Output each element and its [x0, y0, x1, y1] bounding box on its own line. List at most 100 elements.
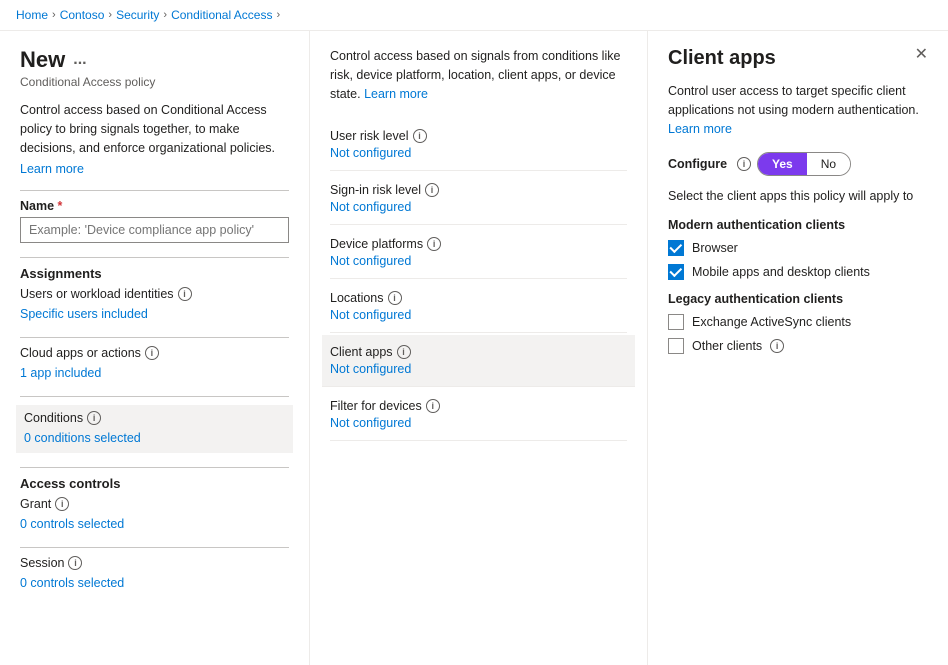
breadcrumb-security[interactable]: Security: [116, 8, 159, 22]
grant-info-icon[interactable]: i: [55, 497, 69, 511]
condition-value-1[interactable]: Not configured: [330, 200, 627, 214]
grant-field-row: Grant i 0 controls selected: [20, 497, 289, 533]
condition-value-0[interactable]: Not configured: [330, 146, 627, 160]
session-value[interactable]: 0 controls selected: [20, 574, 289, 592]
configure-info-icon[interactable]: i: [737, 157, 751, 171]
grant-label: Grant: [20, 497, 51, 511]
condition-item-inner-4: Client apps i Not configured: [322, 335, 635, 387]
condition-value-5[interactable]: Not configured: [330, 416, 627, 430]
users-info-icon[interactable]: i: [178, 287, 192, 301]
condition-item-inner-3: LocationsiNot configured: [330, 281, 627, 333]
legacy-auth-heading: Legacy authentication clients: [668, 292, 928, 306]
conditions-info-icon[interactable]: i: [87, 411, 101, 425]
breadcrumb-home[interactable]: Home: [16, 8, 48, 22]
legacy-client-checkbox-1[interactable]: [668, 338, 684, 354]
required-star: *: [54, 199, 62, 213]
condition-value-4[interactable]: Not configured: [330, 362, 627, 376]
breadcrumb-contoso[interactable]: Contoso: [60, 8, 105, 22]
right-panel: ✕ Client apps Control user access to tar…: [648, 31, 948, 665]
assignments-heading: Assignments: [20, 266, 289, 281]
divider-6: [20, 547, 289, 548]
condition-info-icon-2[interactable]: i: [427, 237, 441, 251]
users-value[interactable]: Specific users included: [20, 305, 289, 323]
condition-item: User risk leveli Not configured: [330, 119, 627, 171]
legacy-client-label-0: Exchange ActiveSync clients: [692, 315, 851, 329]
modern-client-checkbox-1[interactable]: [668, 264, 684, 280]
left-description: Control access based on Conditional Acce…: [20, 101, 289, 157]
condition-item: Sign-in risk leveli Not configured: [330, 173, 627, 225]
panel-title: Client apps: [668, 47, 928, 70]
session-label-row: Session i: [20, 556, 289, 570]
condition-item-inner-0: User risk leveli Not configured: [330, 119, 627, 171]
conditions-block: Conditions i 0 conditions selected: [16, 405, 293, 453]
modern-client-row-1: Mobile apps and desktop clients: [668, 264, 928, 280]
condition-info-icon-5[interactable]: i: [426, 399, 440, 413]
divider-3: [20, 337, 289, 338]
legacy-client-checkbox-0[interactable]: [668, 314, 684, 330]
middle-learn-more[interactable]: Learn more: [364, 87, 428, 101]
breadcrumb-sep-3: ›: [163, 9, 167, 21]
grant-value[interactable]: 0 controls selected: [20, 515, 289, 533]
breadcrumb-sep-2: ›: [108, 9, 112, 21]
cloud-apps-value[interactable]: 1 app included: [20, 364, 289, 382]
breadcrumb-conditional-access[interactable]: Conditional Access: [171, 8, 272, 22]
modern-client-label-1: Mobile apps and desktop clients: [692, 265, 870, 279]
condition-label-0: User risk leveli: [330, 129, 627, 143]
condition-info-icon-3[interactable]: i: [388, 291, 402, 305]
condition-value-3[interactable]: Not configured: [330, 308, 627, 322]
session-field-row: Session i 0 controls selected: [20, 556, 289, 592]
access-controls-heading: Access controls: [20, 476, 289, 491]
legacy-client-row-0: Exchange ActiveSync clients: [668, 314, 928, 330]
left-learn-more[interactable]: Learn more: [20, 162, 84, 176]
session-info-icon[interactable]: i: [68, 556, 82, 570]
condition-item: Client apps i Not configured: [330, 335, 627, 387]
page-title-text: New: [20, 47, 65, 73]
condition-item-inner-2: Device platforms i Not configured: [330, 227, 627, 279]
toggle-yes[interactable]: Yes: [758, 153, 807, 175]
condition-item-inner-1: Sign-in risk leveli Not configured: [330, 173, 627, 225]
main-container: New ... Conditional Access policy Contro…: [0, 31, 948, 665]
name-label: Name *: [20, 199, 289, 213]
cloud-apps-info-icon[interactable]: i: [145, 346, 159, 360]
condition-label-text-5: Filter for devices: [330, 399, 422, 413]
legacy-client-info-icon-1[interactable]: i: [770, 339, 784, 353]
users-field-row: Users or workload identities i Specific …: [20, 287, 289, 323]
legacy-client-row-1: Other clients i: [668, 338, 928, 354]
condition-info-icon-1[interactable]: i: [425, 183, 439, 197]
toggle-group: Yes No: [757, 152, 851, 176]
cloud-apps-field-row: Cloud apps or actions i 1 app included: [20, 346, 289, 382]
condition-info-icon-4[interactable]: i: [397, 345, 411, 359]
condition-item-inner-5: Filter for devices i Not configured: [330, 389, 627, 441]
conditions-value[interactable]: 0 conditions selected: [24, 429, 285, 447]
condition-item: Device platforms i Not configured: [330, 227, 627, 279]
condition-label-text-2: Device platforms: [330, 237, 423, 251]
conditions-label: Conditions: [24, 411, 83, 425]
legacy-section: Legacy authentication clients Exchange A…: [668, 292, 928, 354]
middle-panel: Control access based on signals from con…: [310, 31, 648, 665]
divider-4: [20, 396, 289, 397]
modern-client-checkbox-0[interactable]: [668, 240, 684, 256]
condition-info-icon-0[interactable]: i: [413, 129, 427, 143]
legacy-client-label-1: Other clients: [692, 339, 762, 353]
toggle-no[interactable]: No: [807, 153, 850, 175]
condition-item: Filter for devices i Not configured: [330, 389, 627, 441]
close-button[interactable]: ✕: [911, 45, 932, 65]
divider-2: [20, 257, 289, 258]
breadcrumb-sep-1: ›: [52, 9, 56, 21]
panel-description: Control user access to target specific c…: [668, 82, 928, 138]
right-learn-more[interactable]: Learn more: [668, 122, 732, 136]
condition-label-text-4: Client apps: [330, 345, 393, 359]
users-label-row: Users or workload identities i: [20, 287, 289, 301]
ellipsis-menu[interactable]: ...: [73, 51, 86, 69]
session-label: Session: [20, 556, 64, 570]
condition-label-1: Sign-in risk leveli: [330, 183, 627, 197]
cloud-apps-label-row: Cloud apps or actions i: [20, 346, 289, 360]
modern-clients-list: BrowserMobile apps and desktop clients: [668, 240, 928, 280]
modern-auth-heading: Modern authentication clients: [668, 218, 928, 232]
configure-label: Configure: [668, 157, 727, 171]
name-field-row: Name *: [20, 199, 289, 243]
breadcrumb: Home › Contoso › Security › Conditional …: [0, 0, 948, 31]
cloud-apps-label: Cloud apps or actions: [20, 346, 141, 360]
condition-value-2[interactable]: Not configured: [330, 254, 627, 268]
name-input[interactable]: [20, 217, 289, 243]
